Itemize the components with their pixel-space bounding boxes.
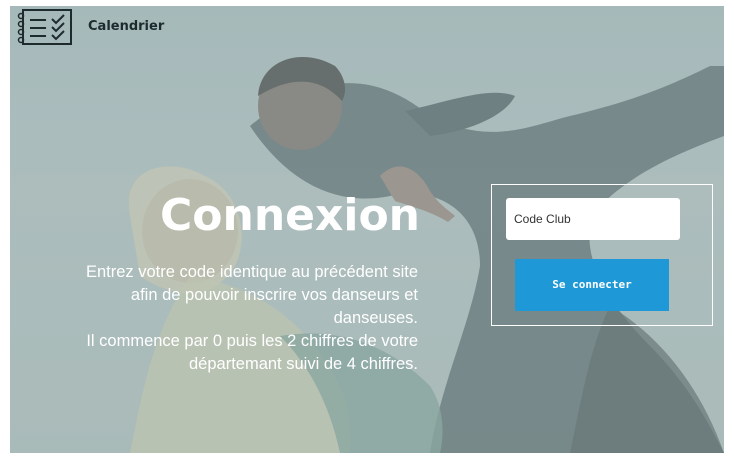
page-title: Connexion — [159, 190, 420, 241]
page-frame: Calendrier Connexion Entrez votre code i… — [10, 6, 724, 453]
instruction-line: Il commence par 0 puis les 2 chiffres de… — [86, 332, 418, 350]
calendar-checklist-icon[interactable] — [12, 8, 72, 46]
brand-name[interactable]: Calendrier — [88, 19, 164, 34]
instruction-line: Entrez votre code identique au précédent… — [85, 263, 418, 281]
login-form: Se connecter — [491, 184, 713, 326]
connect-button[interactable]: Se connecter — [515, 259, 669, 311]
header: Calendrier — [10, 6, 724, 50]
instruction-line: afin de pouvoir inscrire vos danseurs et — [130, 286, 418, 304]
instruction-line: départemant suivi de 4 chiffres. — [189, 355, 418, 373]
instruction-line: danseuses. — [333, 309, 418, 327]
code-club-input[interactable] — [506, 198, 680, 240]
login-instructions: Entrez votre code identique au précédent… — [20, 261, 418, 376]
